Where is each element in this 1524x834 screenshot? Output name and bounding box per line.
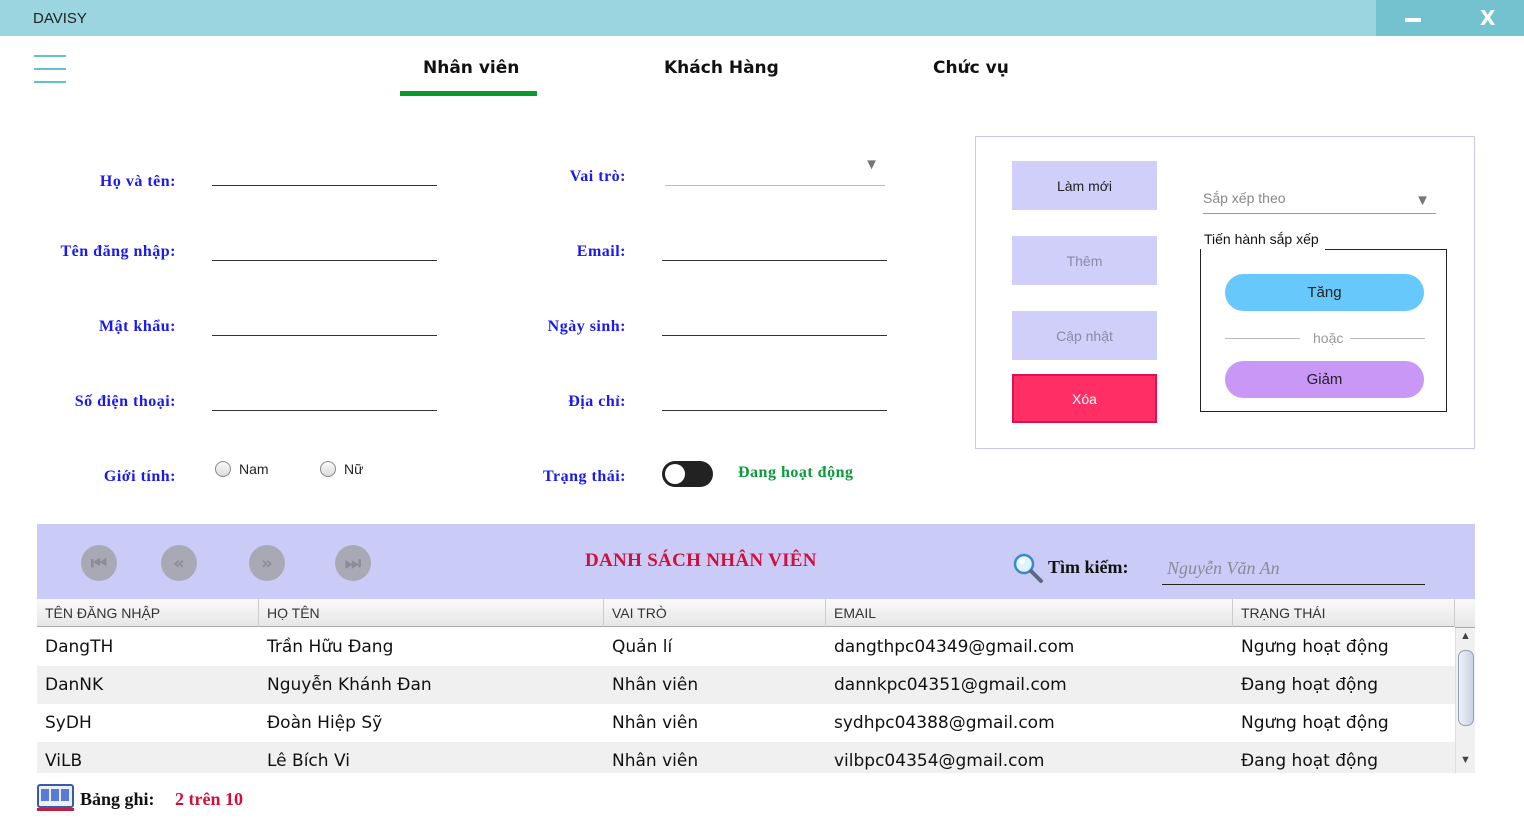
cell-status: Ngưng hoạt động (1241, 713, 1389, 733)
table-row[interactable]: DangTH Trần Hữu Đang Quản lí dangthpc04349@… (37, 628, 1455, 666)
phone-label: Số điện thoại: (74, 393, 176, 410)
address-label: Địa chỉ: (568, 393, 626, 410)
cell-username: SyDH (45, 713, 92, 733)
radio-circle-icon (320, 461, 336, 477)
tab-khach-hang[interactable]: Khách Hàng (664, 58, 779, 78)
cell-email: vilbpc04354@gmail.com (834, 751, 1045, 771)
divider (1225, 338, 1300, 339)
username-label: Tên đăng nhập: (60, 243, 176, 260)
add-button[interactable]: Thêm (1012, 236, 1157, 285)
table-header: TÊN ĐĂNG NHẬP HỌ TÊN VAI TRÒ EMAIL TRẠNG… (37, 599, 1455, 627)
first-page-icon[interactable]: ⏮ (81, 545, 117, 581)
scroll-down-icon[interactable]: ▼ (1460, 754, 1471, 766)
address-input[interactable] (662, 387, 887, 411)
username-input[interactable] (212, 237, 437, 261)
cell-email: sydhpc04388@gmail.com (834, 713, 1055, 733)
dropdown-arrow-icon: ▼ (1415, 192, 1430, 209)
menu-icon[interactable] (34, 55, 66, 83)
cell-role: Nhân viên (612, 751, 699, 771)
table-row[interactable]: SyDH Đoàn Hiệp Sỹ Nhân viên sydhpc04388@gma… (37, 704, 1455, 742)
column-header-role[interactable]: VAI TRÒ (604, 599, 826, 627)
scrollbar-thumb[interactable] (1458, 650, 1474, 726)
role-select[interactable]: ▼ (665, 156, 885, 186)
search-label: Tìm kiếm: (1048, 557, 1129, 577)
sort-by-select[interactable]: Sắp xếp theo ▼ (1203, 186, 1436, 214)
column-header-username[interactable]: TÊN ĐĂNG NHẬP (37, 599, 259, 627)
cell-username: ViLB (45, 751, 83, 771)
role-label: Vai trò: (569, 168, 626, 185)
delete-button[interactable]: Xóa (1012, 374, 1157, 423)
sort-group-label: Tiến hành sắp xếp (1204, 231, 1319, 247)
tab-chuc-vu[interactable]: Chức vụ (933, 58, 1009, 78)
cell-fullname: Đoàn Hiệp Sỹ (267, 713, 383, 733)
scroll-up-icon[interactable]: ▲ (1460, 630, 1471, 642)
app-title: DAVISY (33, 10, 87, 27)
table-scrollbar[interactable]: ▲ ▼ (1455, 628, 1475, 773)
close-icon[interactable]: X (1480, 6, 1495, 30)
toggle-knob (665, 464, 685, 484)
cell-fullname: Lê Bích Vi (267, 751, 350, 771)
cell-username: DangTH (45, 637, 114, 657)
divider (1350, 338, 1425, 339)
sort-group-border (1325, 249, 1447, 250)
dropdown-arrow-icon: ▼ (864, 156, 879, 173)
records-icon (37, 784, 74, 811)
sort-ascending-button[interactable]: Tăng (1225, 274, 1424, 311)
gender-female-label: Nữ (344, 461, 364, 477)
sort-by-placeholder: Sắp xếp theo (1203, 190, 1286, 206)
gender-label: Giới tính: (103, 468, 176, 485)
password-input[interactable] (212, 312, 437, 336)
cell-email: dangthpc04349@gmail.com (834, 637, 1075, 657)
list-title: DANH SÁCH NHÂN VIÊN (585, 550, 817, 571)
active-tab-indicator (400, 91, 537, 96)
status-toggle[interactable] (662, 461, 713, 487)
status-label: Trạng thái: (543, 468, 626, 485)
tab-nhan-vien[interactable]: Nhân viên (423, 58, 519, 78)
title-bar: DAVISY X (0, 0, 1524, 36)
table-row[interactable]: ViLB Lê Bích Vi Nhân viên vilbpc04354@gmail… (37, 742, 1455, 773)
previous-page-icon[interactable]: « (161, 545, 197, 581)
gender-radio-female[interactable]: Nữ (320, 461, 363, 477)
cell-status: Ngưng hoạt động (1241, 637, 1389, 657)
record-value: 2 trên 10 (175, 789, 243, 809)
cell-status: Đang hoạt động (1241, 751, 1378, 771)
sort-descending-button[interactable]: Giảm (1225, 361, 1424, 398)
column-header-email[interactable]: EMAIL (826, 599, 1233, 627)
refresh-button[interactable]: Làm mới (1012, 161, 1157, 210)
search-icon (1013, 553, 1043, 583)
column-header-fullname[interactable]: HỌ TÊN (259, 599, 604, 627)
update-button[interactable]: Cập nhật (1012, 311, 1157, 360)
record-label: Bảng ghi: (80, 789, 155, 809)
last-page-icon[interactable]: ⏭ (335, 545, 371, 581)
password-label: Mật khẩu: (99, 318, 176, 335)
birthdate-label: Ngày sinh: (547, 318, 626, 335)
birthdate-input[interactable] (662, 312, 887, 336)
email-label: Email: (576, 243, 626, 260)
cell-username: DanNK (45, 675, 104, 695)
sort-or-text: hoặc (1313, 330, 1344, 346)
cell-fullname: Nguyễn Khánh Đan (267, 675, 432, 695)
employee-table: TÊN ĐĂNG NHẬP HỌ TÊN VAI TRÒ EMAIL TRẠNG… (37, 599, 1475, 773)
cell-email: dannkpc04351@gmail.com (834, 675, 1067, 695)
phone-input[interactable] (212, 387, 437, 411)
fullname-label: Họ và tên: (99, 173, 176, 190)
gender-male-label: Nam (239, 461, 269, 477)
table-header-corner (1455, 599, 1475, 628)
minimize-icon[interactable] (1405, 18, 1421, 22)
radio-circle-icon (215, 461, 231, 477)
cell-status: Đang hoạt động (1241, 675, 1378, 695)
table-row[interactable]: DanNK Nguyễn Khánh Đan Nhân viên dannkpc043… (37, 666, 1455, 704)
search-input[interactable] (1162, 553, 1425, 585)
window-controls (1376, 0, 1524, 36)
fullname-input[interactable] (212, 162, 437, 186)
cell-role: Quản lí (612, 637, 673, 657)
status-text: Đang hoạt động (738, 464, 854, 481)
email-input[interactable] (662, 237, 887, 261)
cell-fullname: Trần Hữu Đang (267, 637, 394, 657)
cell-role: Nhân viên (612, 675, 699, 695)
column-header-status[interactable]: TRẠNG THÁI (1233, 599, 1455, 627)
gender-radio-male[interactable]: Nam (215, 461, 269, 477)
next-page-icon[interactable]: » (249, 545, 285, 581)
cell-role: Nhân viên (612, 713, 699, 733)
